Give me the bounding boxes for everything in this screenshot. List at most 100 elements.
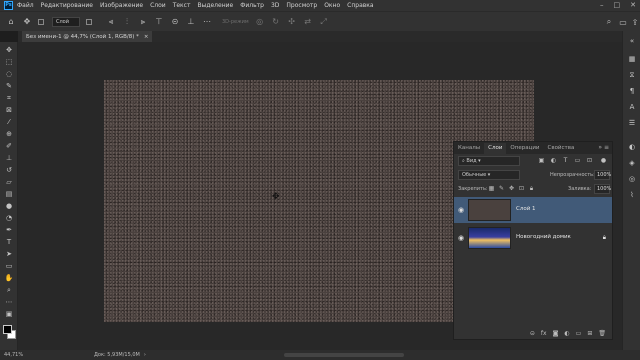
delete-layer-icon[interactable]: 🗑︎	[598, 330, 606, 337]
menu-filter[interactable]: Фильтр	[240, 2, 264, 9]
align-center-icon[interactable]: ⫶	[122, 17, 132, 27]
visibility-eye-icon[interactable]: ◉	[458, 234, 464, 242]
align-top-icon[interactable]: ⊤	[154, 17, 164, 27]
menu-image[interactable]: Изображение	[100, 2, 143, 9]
share-icon[interactable]: ⇪	[630, 17, 640, 27]
rectangle-icon[interactable]: ▭	[4, 262, 14, 270]
filter-adjustment-icon[interactable]: ◐	[550, 157, 557, 164]
blur-icon[interactable]: ●	[4, 202, 14, 210]
lock-image-icon[interactable]: ✎	[498, 185, 505, 192]
zoom-icon[interactable]: ⌕	[4, 286, 14, 294]
eraser-icon[interactable]: ▱	[4, 178, 14, 186]
align-left-icon[interactable]: ⫷	[106, 17, 116, 27]
layer-row[interactable]: ◉ Новогодний домик 🔒︎	[454, 225, 612, 251]
opacity-input[interactable]: 100%	[594, 170, 611, 180]
align-middle-icon[interactable]: ⊝	[170, 17, 180, 27]
tab-properties[interactable]: Свойства	[543, 143, 578, 154]
layer-row[interactable]: ◉ Слой 1	[454, 197, 612, 223]
lock-all-icon[interactable]: 🔒︎	[528, 185, 535, 192]
edit-toolbar-icon[interactable]: ▣	[4, 310, 14, 318]
tab-layers[interactable]: Слои	[484, 143, 507, 154]
properties-icon[interactable]: ☰	[627, 119, 637, 128]
history-icon[interactable]: ⧖	[627, 71, 637, 80]
layers-icon[interactable]: ◈	[627, 159, 637, 168]
status-menu-icon[interactable]: ›	[144, 352, 146, 358]
distribute-icon[interactable]: ⋯	[202, 17, 212, 27]
scale-3d-icon[interactable]: ⤢	[319, 17, 329, 27]
zoom-level[interactable]: 44,71%	[4, 352, 32, 358]
roll-3d-icon[interactable]: ↻	[271, 17, 281, 27]
menu-view[interactable]: Просмотр	[286, 2, 317, 9]
marquee-icon[interactable]: ⬚	[4, 58, 14, 66]
frame-icon[interactable]: ⊠	[4, 106, 14, 114]
workspace-icon[interactable]: ▭	[618, 17, 628, 27]
menu-file[interactable]: Файл	[17, 2, 34, 9]
filter-toggle-icon[interactable]: ●	[600, 157, 607, 164]
quick-select-icon[interactable]: ✎	[4, 82, 14, 90]
move-icon[interactable]: ✥	[4, 46, 14, 54]
add-mask-icon[interactable]: ◙	[553, 330, 559, 337]
arrange-icon[interactable]: ▦	[627, 55, 637, 64]
maximize-icon[interactable]: □	[614, 1, 621, 9]
new-adjustment-icon[interactable]: ◐	[564, 330, 569, 337]
lasso-icon[interactable]: ◌	[4, 70, 14, 78]
document-tab[interactable]: Без имени-1 @ 44,7% (Слой 1, RGB/8) * ×	[22, 31, 153, 42]
paths-icon[interactable]: ⌇	[627, 191, 637, 200]
filter-smart-icon[interactable]: ⊡	[586, 157, 593, 164]
orbit-3d-icon[interactable]: ◎	[255, 17, 265, 27]
more-tools-icon[interactable]: ⋯	[4, 298, 14, 306]
move-tool-icon[interactable]: ✥	[22, 17, 32, 27]
menu-type[interactable]: Текст	[173, 2, 191, 9]
menu-edit[interactable]: Редактирование	[41, 2, 93, 9]
paragraph-icon[interactable]: ¶	[627, 87, 637, 96]
menu-3d[interactable]: 3D	[271, 2, 279, 9]
slide-3d-icon[interactable]: ⇄	[303, 17, 313, 27]
lock-artboard-icon[interactable]: ⊡	[518, 185, 525, 192]
type-icon[interactable]: T	[4, 238, 14, 246]
layer-name[interactable]: Слой 1	[516, 206, 536, 212]
brush-icon[interactable]: ✐	[4, 142, 14, 150]
menu-select[interactable]: Выделение	[197, 2, 233, 9]
hand-icon[interactable]: ✋	[4, 274, 14, 282]
menu-layers[interactable]: Слои	[150, 2, 166, 9]
minimize-icon[interactable]: –	[600, 1, 604, 9]
blend-mode-select[interactable]: Обычные ▾	[458, 170, 520, 180]
tab-channels[interactable]: Каналы	[454, 143, 484, 154]
layer-style-icon[interactable]: fx	[541, 330, 547, 337]
menu-help[interactable]: Справка	[347, 2, 373, 9]
pan-3d-icon[interactable]: ✣	[287, 17, 297, 27]
channels-icon[interactable]: ◎	[627, 175, 637, 184]
menu-window[interactable]: Окно	[324, 2, 340, 9]
layer-name[interactable]: Новогодний домик	[516, 234, 571, 240]
filter-type-icon[interactable]: T	[562, 157, 569, 164]
adjustments-icon[interactable]: ◐	[627, 143, 637, 152]
close-tab-icon[interactable]: ×	[144, 34, 149, 40]
healing-icon[interactable]: ⊕	[4, 130, 14, 138]
tab-history[interactable]: Операции	[506, 143, 543, 154]
filter-pixel-icon[interactable]: ▣	[538, 157, 545, 164]
dodge-icon[interactable]: ◔	[4, 214, 14, 222]
layer-filter-select[interactable]: ⌕ Вид ▾	[458, 156, 520, 166]
character-icon[interactable]: A	[627, 103, 637, 112]
link-layers-icon[interactable]: ⊝	[530, 330, 535, 337]
crop-icon[interactable]: ⌗	[4, 94, 14, 102]
search-icon[interactable]: ⌕	[604, 17, 614, 27]
visibility-eye-icon[interactable]: ◉	[458, 206, 464, 214]
foreground-color-swatch[interactable]	[3, 325, 12, 334]
photoshop-logo[interactable]: Ps	[4, 1, 13, 10]
show-transform-checkbox[interactable]	[86, 18, 92, 25]
auto-select-target-select[interactable]: Слой	[52, 16, 80, 27]
horizontal-scrollbar[interactable]	[284, 353, 404, 357]
align-bottom-icon[interactable]: ⊥	[186, 17, 196, 27]
collapse-panels-icon[interactable]: «	[627, 37, 637, 46]
lock-position-icon[interactable]: ✥	[508, 185, 515, 192]
auto-select-checkbox[interactable]	[38, 18, 44, 25]
clone-stamp-icon[interactable]: ⊥	[4, 154, 14, 162]
history-brush-icon[interactable]: ↺	[4, 166, 14, 174]
filter-shape-icon[interactable]: ▭	[574, 157, 581, 164]
gradient-icon[interactable]: ▤	[4, 190, 14, 198]
lock-transparent-icon[interactable]: ▦	[488, 185, 495, 192]
align-right-icon[interactable]: ⫸	[138, 17, 148, 27]
pen-icon[interactable]: ✒	[4, 226, 14, 234]
eyedropper-icon[interactable]: ⁄	[4, 118, 14, 126]
